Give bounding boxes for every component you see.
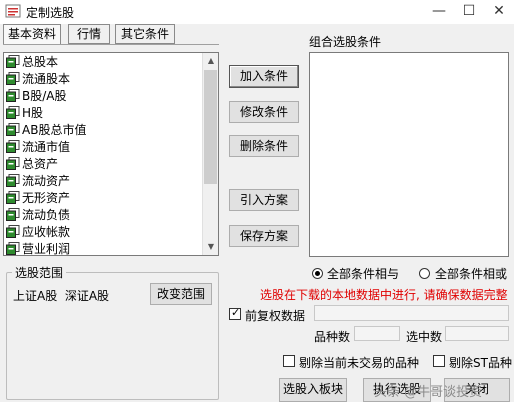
list-item-label: 流通市值	[22, 140, 71, 154]
untraded-checkbox[interactable]	[283, 355, 295, 367]
list-item-label: 总资产	[22, 157, 59, 171]
notice-text: 选股在下载的本地数据中进行, 请确保数据完整	[260, 288, 508, 302]
list-item-label: 流动负债	[22, 208, 71, 222]
adjust-progress-field	[314, 305, 509, 321]
list-item[interactable]: 无形资产	[6, 190, 70, 207]
tab-basic-info[interactable]: 基本资料	[3, 24, 61, 45]
or-radio[interactable]	[419, 268, 430, 279]
total-count-label: 品种数	[314, 330, 351, 344]
list-item-label: 应收帐款	[22, 225, 71, 239]
indicator-icon	[6, 208, 20, 221]
indicator-icon	[6, 225, 20, 238]
tab-divider	[3, 44, 219, 45]
untraded-label[interactable]: 剔除当前未交易的品种	[299, 354, 419, 371]
list-item-label: AB股总市值	[22, 123, 87, 137]
list-item-label: 总股本	[22, 55, 59, 69]
indicator-icon	[6, 242, 20, 255]
tab-other-conditions[interactable]: 其它条件	[115, 24, 175, 44]
scroll-down-arrow-icon[interactable]: ▼	[203, 239, 218, 255]
list-item[interactable]: 流通市值	[6, 139, 70, 156]
list-item-label: 营业利润	[22, 242, 71, 256]
indicator-icon	[6, 55, 20, 68]
change-range-button[interactable]: 改变范围	[150, 283, 212, 305]
import-plan-button[interactable]: 引入方案	[229, 189, 299, 211]
indicator-icon	[6, 191, 20, 204]
or-radio-label[interactable]: 全部条件相或	[435, 265, 507, 282]
selected-count-field	[445, 326, 509, 341]
list-item[interactable]: B股/A股	[6, 88, 67, 105]
indicator-icon	[6, 123, 20, 136]
list-item[interactable]: 总股本	[6, 54, 58, 71]
add-condition-button[interactable]: 加入条件	[229, 65, 299, 88]
list-item[interactable]: 流动资产	[6, 173, 70, 190]
check-icon: ✓	[231, 306, 241, 319]
indicator-icon	[6, 72, 20, 85]
indicator-icon	[6, 89, 20, 102]
adjust-label[interactable]: 前复权数据	[245, 307, 305, 324]
close-window-button[interactable]: ✕	[484, 0, 514, 24]
list-item[interactable]: 流动负债	[6, 207, 70, 224]
combo-conditions-list[interactable]	[309, 52, 509, 257]
indicator-icon	[6, 140, 20, 153]
list-item-label: B股/A股	[22, 89, 67, 103]
list-scrollbar[interactable]: ▲ ▼	[202, 53, 218, 255]
watermark-text: 头条 @牛哥谈投资	[374, 385, 483, 400]
list-item[interactable]: 应收帐款	[6, 224, 70, 241]
window-title: 定制选股	[26, 6, 75, 20]
range-text: 上证A股 深证A股	[13, 289, 110, 303]
list-item[interactable]: H股	[6, 105, 43, 122]
range-title: 选股范围	[12, 264, 67, 281]
indicator-icon	[6, 174, 20, 187]
list-item[interactable]: 总资产	[6, 156, 58, 173]
maximize-button[interactable]: ☐	[454, 0, 484, 24]
indicator-icon	[6, 106, 20, 119]
list-item[interactable]: AB股总市值	[6, 122, 86, 139]
list-item-label: H股	[22, 106, 44, 120]
combo-conditions-label: 组合选股条件	[309, 35, 382, 49]
app-icon	[5, 4, 21, 18]
st-checkbox[interactable]	[433, 355, 445, 367]
list-item[interactable]: 流通股本	[6, 71, 70, 88]
list-item[interactable]: 营业利润	[6, 241, 71, 256]
selected-count-label: 选中数	[406, 330, 443, 344]
and-radio-label[interactable]: 全部条件相与	[327, 265, 399, 282]
modify-condition-button[interactable]: 修改条件	[229, 101, 299, 123]
to-block-button[interactable]: 选股入板块	[279, 378, 347, 402]
indicator-icon	[6, 157, 20, 170]
list-item-label: 流通股本	[22, 72, 71, 86]
indicator-list[interactable]: 总股本流通股本 B股/A股 H股 AB股总市值 流通市值总资产流动资产无形资产流动负债应…	[3, 52, 219, 256]
st-label[interactable]: 剔除ST品种	[449, 354, 512, 371]
adjust-checkbox[interactable]: ✓	[229, 306, 241, 320]
list-item-label: 无形资产	[22, 191, 71, 205]
radio-selected-dot	[315, 271, 320, 276]
delete-condition-button[interactable]: 删除条件	[229, 135, 299, 157]
total-count-field	[354, 326, 400, 341]
minimize-button[interactable]: —	[424, 0, 454, 24]
list-item-label: 流动资产	[22, 174, 71, 188]
and-radio[interactable]	[312, 268, 323, 279]
scroll-thumb[interactable]	[204, 70, 217, 184]
save-plan-button[interactable]: 保存方案	[229, 225, 299, 247]
scroll-up-arrow-icon[interactable]: ▲	[203, 53, 218, 69]
tab-quotes[interactable]: 行情	[68, 24, 110, 44]
